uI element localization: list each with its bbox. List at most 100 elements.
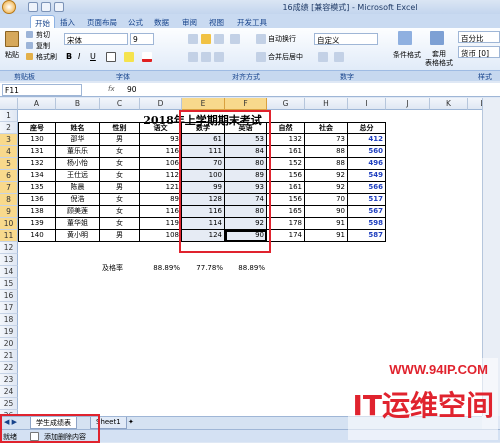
table-cell[interactable]: 139: [18, 218, 56, 230]
table-cell[interactable]: 女: [100, 194, 140, 206]
align-center-icon[interactable]: [201, 52, 211, 62]
wrap-text-button[interactable]: 自动换行: [268, 34, 296, 44]
row-header[interactable]: 25: [0, 398, 18, 410]
table-cell[interactable]: 152: [267, 158, 305, 170]
align-left-icon[interactable]: [188, 52, 198, 62]
table-cell[interactable]: 93: [140, 134, 182, 146]
copy-button[interactable]: 复制: [36, 41, 50, 51]
table-cell[interactable]: 93: [225, 182, 267, 194]
cut-button[interactable]: 剪切: [36, 30, 50, 40]
pass-rate-chinese[interactable]: 88.89%: [140, 263, 182, 275]
align-right-icon[interactable]: [214, 52, 224, 62]
table-cell[interactable]: 116: [182, 206, 225, 218]
font-size-select[interactable]: 9: [130, 33, 154, 45]
table-cell[interactable]: 567: [348, 206, 386, 218]
table-cell[interactable]: 119: [140, 218, 182, 230]
table-cell[interactable]: 496: [348, 158, 386, 170]
borders-icon[interactable]: [106, 52, 116, 62]
table-cell[interactable]: 174: [267, 230, 305, 242]
table-cell[interactable]: 70: [182, 158, 225, 170]
row-header[interactable]: 1: [0, 110, 18, 122]
table-cell[interactable]: 61: [182, 134, 225, 146]
underline-button[interactable]: U: [90, 52, 96, 61]
table-cell[interactable]: 134: [18, 170, 56, 182]
tab-page-layout[interactable]: 页面布局: [83, 15, 121, 28]
table-header-cell[interactable]: 数学: [182, 122, 225, 134]
align-top-icon[interactable]: [188, 34, 198, 44]
font-name-select[interactable]: 宋体: [64, 33, 128, 45]
table-cell[interactable]: 114: [182, 218, 225, 230]
table-cell[interactable]: 80: [225, 158, 267, 170]
comma-style-icon[interactable]: [334, 52, 344, 62]
col-header-f[interactable]: F: [225, 98, 267, 110]
table-cell[interactable]: 董乐乐: [56, 146, 100, 158]
table-cell[interactable]: 80: [225, 206, 267, 218]
table-cell[interactable]: 566: [348, 182, 386, 194]
table-cell[interactable]: 108: [140, 230, 182, 242]
table-cell[interactable]: 138: [18, 206, 56, 218]
col-header-j[interactable]: J: [386, 98, 430, 110]
table-cell[interactable]: 89: [225, 170, 267, 182]
row-header[interactable]: 14: [0, 266, 18, 278]
table-cell[interactable]: 140: [18, 230, 56, 242]
sheet-tab-sheet1[interactable]: Sheet1: [90, 417, 127, 429]
style-currency[interactable]: 货币 [0]: [458, 46, 500, 58]
row-header[interactable]: 21: [0, 350, 18, 362]
italic-button[interactable]: I: [78, 52, 80, 61]
row-header[interactable]: 16: [0, 290, 18, 302]
row-header[interactable]: 9: [0, 206, 18, 218]
table-cell[interactable]: 116: [140, 146, 182, 158]
table-cell[interactable]: 99: [182, 182, 225, 194]
table-cell[interactable]: 136: [18, 194, 56, 206]
row-header[interactable]: 15: [0, 278, 18, 290]
table-cell[interactable]: 男: [100, 182, 140, 194]
col-header-h[interactable]: H: [305, 98, 348, 110]
table-cell[interactable]: 王仕远: [56, 170, 100, 182]
table-header-cell[interactable]: 语文: [140, 122, 182, 134]
orientation-icon[interactable]: [230, 34, 240, 44]
select-all-corner[interactable]: [0, 98, 18, 110]
table-cell[interactable]: 董华姐: [56, 218, 100, 230]
table-cell[interactable]: 91: [305, 230, 348, 242]
row-header[interactable]: 5: [0, 158, 18, 170]
table-cell[interactable]: 116: [140, 206, 182, 218]
table-cell[interactable]: 156: [267, 170, 305, 182]
formula-input[interactable]: 90: [125, 84, 497, 96]
table-cell[interactable]: 412: [348, 134, 386, 146]
table-cell[interactable]: 倪浩: [56, 194, 100, 206]
row-header[interactable]: 8: [0, 194, 18, 206]
row-header[interactable]: 17: [0, 302, 18, 314]
paste-button[interactable]: 粘贴: [5, 50, 19, 60]
table-cell[interactable]: 132: [267, 134, 305, 146]
row-header[interactable]: 10: [0, 218, 18, 230]
table-cell[interactable]: 88: [305, 146, 348, 158]
table-cell[interactable]: 女: [100, 218, 140, 230]
table-cell[interactable]: 女: [100, 170, 140, 182]
table-cell[interactable]: 女: [100, 206, 140, 218]
table-cell[interactable]: 91: [305, 218, 348, 230]
table-cell[interactable]: 74: [225, 194, 267, 206]
col-header-g[interactable]: G: [267, 98, 305, 110]
sheet-nav-icon[interactable]: ◀ ▶: [4, 418, 17, 426]
conditional-format-button[interactable]: 条件格式: [390, 50, 424, 60]
row-header[interactable]: 19: [0, 326, 18, 338]
table-cell[interactable]: 90: [305, 206, 348, 218]
table-cell[interactable]: 杨小怡: [56, 158, 100, 170]
row-header[interactable]: 6: [0, 170, 18, 182]
table-cell[interactable]: 男: [100, 134, 140, 146]
table-cell[interactable]: 男: [100, 230, 140, 242]
row-header[interactable]: 7: [0, 182, 18, 194]
col-header-l[interactable]: L: [468, 98, 482, 110]
table-cell[interactable]: 女: [100, 146, 140, 158]
table-cell[interactable]: 黄小明: [56, 230, 100, 242]
row-header[interactable]: 12: [0, 242, 18, 254]
col-header-b[interactable]: B: [56, 98, 100, 110]
table-cell[interactable]: 女: [100, 158, 140, 170]
table-cell[interactable]: 100: [182, 170, 225, 182]
insert-sheet-icon[interactable]: ✦: [128, 418, 134, 426]
col-header-c[interactable]: C: [100, 98, 140, 110]
table-cell[interactable]: 161: [267, 146, 305, 158]
tab-insert[interactable]: 插入: [56, 15, 79, 28]
table-cell[interactable]: 587: [348, 230, 386, 242]
tab-data[interactable]: 数据: [150, 15, 173, 28]
